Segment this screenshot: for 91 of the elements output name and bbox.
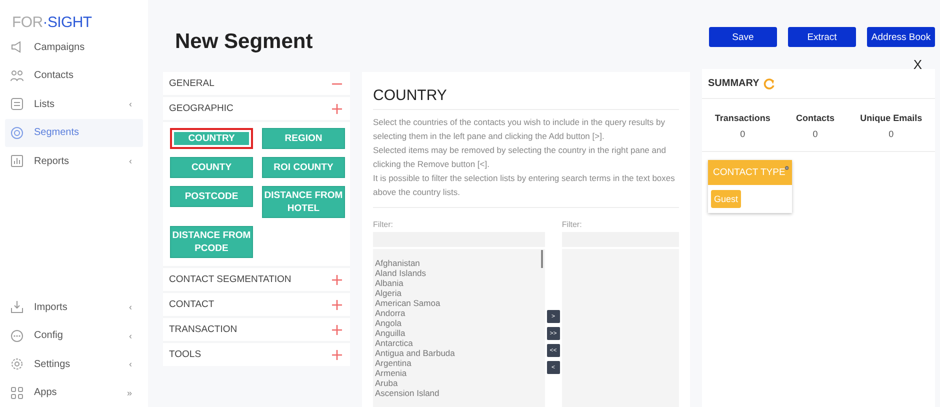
option-button[interactable]: COUNTRY [170, 128, 253, 149]
description-text: It is possible to filter the selection lists by entering search terms in the text boxes above the country lists. [373, 172, 676, 199]
chevron-icon: ‹ [129, 302, 132, 312]
option-button[interactable]: DISTANCE FROM PCODE [170, 226, 253, 258]
category-row[interactable]: CONTACT SEGMENTATION [163, 268, 350, 291]
toolbar-button[interactable]: Address Book [867, 27, 935, 47]
stat-label: Contacts [796, 113, 834, 123]
list-item[interactable]: Armenia [375, 368, 543, 378]
list-item[interactable]: Antarctica [375, 338, 543, 348]
stat-value: 0 [812, 129, 819, 139]
option-button[interactable]: POSTCODE [170, 186, 253, 207]
category-label: GEOGRAPHIC [169, 103, 234, 114]
filter-label: Filter: [373, 220, 394, 229]
scrollbar-thumb [540, 250, 543, 268]
category-label: TRANSACTION [169, 324, 238, 335]
grid-icon [10, 386, 24, 400]
logo-text: ·SIGHT [42, 14, 92, 31]
nav-label: Settings [34, 358, 72, 370]
list-item[interactable]: Algeria [375, 288, 543, 298]
option-button[interactable]: ROI COUNTY [262, 157, 345, 178]
sidebar-item[interactable]: Segments [5, 118, 143, 147]
nav-label: Lists [34, 98, 56, 110]
category-row[interactable]: TOOLS [163, 343, 350, 366]
list-item[interactable]: Angola [375, 318, 543, 328]
list-item[interactable]: Antigua and Barbuda [375, 348, 543, 358]
sidebar-item[interactable]: Contacts [5, 62, 143, 90]
list-item[interactable]: Andorra [375, 308, 543, 318]
card-title: CONTACT TYPE [713, 167, 786, 178]
nav-label: Contacts [34, 70, 74, 82]
remove-icon [785, 163, 789, 173]
chevron-icon: » [126, 388, 132, 398]
sidebar-item[interactable]: Config ‹ [5, 322, 143, 350]
sidebar-item[interactable]: Imports ‹ [5, 293, 143, 322]
list-item[interactable]: American Samoa [375, 298, 543, 308]
description-text: Select the countries of the contacts you wish to include in the query results by selecting them in the left pane and clicking the Add button [>]. [373, 116, 666, 143]
sidebar-item[interactable]: Lists ‹ [5, 90, 143, 118]
gear-icon [10, 357, 24, 372]
list-item[interactable]: Anguilla [375, 328, 543, 338]
stat-value: 0 [888, 129, 895, 139]
category-row[interactable]: CONTACT [163, 293, 350, 316]
list-item[interactable]: Aland Islands [375, 268, 543, 278]
list-box[interactable]: Afghanistan Aland Islands Albania Algeria American Samoa Andorra Angola Anguilla Antarctica Antigua and Barbuda Argentina Armenia Aruba Ascension Island [373, 249, 545, 407]
list-item[interactable]: Albania [375, 278, 543, 288]
category-row[interactable]: TRANSACTION [163, 318, 350, 341]
description-text: Selected items may be removed by selecting the country in the right pane and clicking the Remove button [<]. [373, 144, 667, 171]
stat-label: Transactions [714, 113, 770, 123]
option-button[interactable]: REGION [262, 128, 345, 149]
chevron-icon: ‹ [129, 99, 132, 110]
section-title: COUNTRY [373, 72, 679, 110]
summary-title: SUMMARY [708, 78, 760, 89]
nav-label: Segments [34, 127, 80, 138]
people-icon [10, 68, 24, 83]
sidebar-item[interactable]: Campaigns [5, 33, 143, 62]
filter-label: Filter: [562, 220, 583, 229]
sidebar-item[interactable]: Settings ‹ [5, 350, 143, 378]
stat-label: Unique Emails [860, 113, 922, 123]
option-button[interactable]: COUNTY [170, 157, 253, 178]
option-button[interactable]: DISTANCE FROM HOTEL [262, 186, 345, 218]
target-icon [10, 126, 24, 140]
nav-label: Campaigns [34, 42, 86, 53]
list-item[interactable]: Argentina [375, 358, 543, 368]
category-row[interactable]: GENERAL [163, 72, 350, 95]
chevron-icon: ‹ [129, 359, 132, 370]
stat-value: 0 [739, 129, 746, 139]
chart-icon [10, 154, 24, 168]
sidebar-item[interactable]: Reports ‹ [5, 147, 143, 176]
nav-label: Config [34, 330, 64, 342]
category-label: CONTACT [169, 299, 214, 310]
refresh-icon [763, 78, 776, 90]
nav-label: Reports [34, 156, 70, 167]
nav-label: Imports [34, 302, 68, 313]
logo-text: FOR [12, 14, 43, 31]
list-item[interactable]: Aruba [375, 378, 543, 388]
dots-icon [10, 328, 24, 343]
chevron-icon: ‹ [129, 330, 132, 341]
close-button[interactable]: X [913, 57, 922, 72]
chevron-icon: ‹ [129, 156, 132, 166]
list-item[interactable]: Afghanistan [375, 258, 543, 268]
toolbar-button[interactable]: Extract [788, 27, 856, 47]
nav-label: Apps [34, 387, 58, 398]
list-item[interactable]: Ascension Island [375, 388, 543, 398]
list-icon [10, 97, 24, 112]
sidebar-item[interactable]: Apps » [5, 378, 143, 407]
list-box[interactable] [562, 249, 679, 407]
category-label: TOOLS [169, 349, 202, 360]
category-label: GENERAL [169, 78, 214, 89]
download-icon [10, 300, 24, 314]
category-label: CONTACT SEGMENTATION [169, 274, 292, 285]
page-title: New Segment [175, 30, 313, 54]
category-row[interactable]: GEOGRAPHIC [163, 97, 350, 120]
toolbar-button[interactable]: Save [709, 27, 777, 47]
